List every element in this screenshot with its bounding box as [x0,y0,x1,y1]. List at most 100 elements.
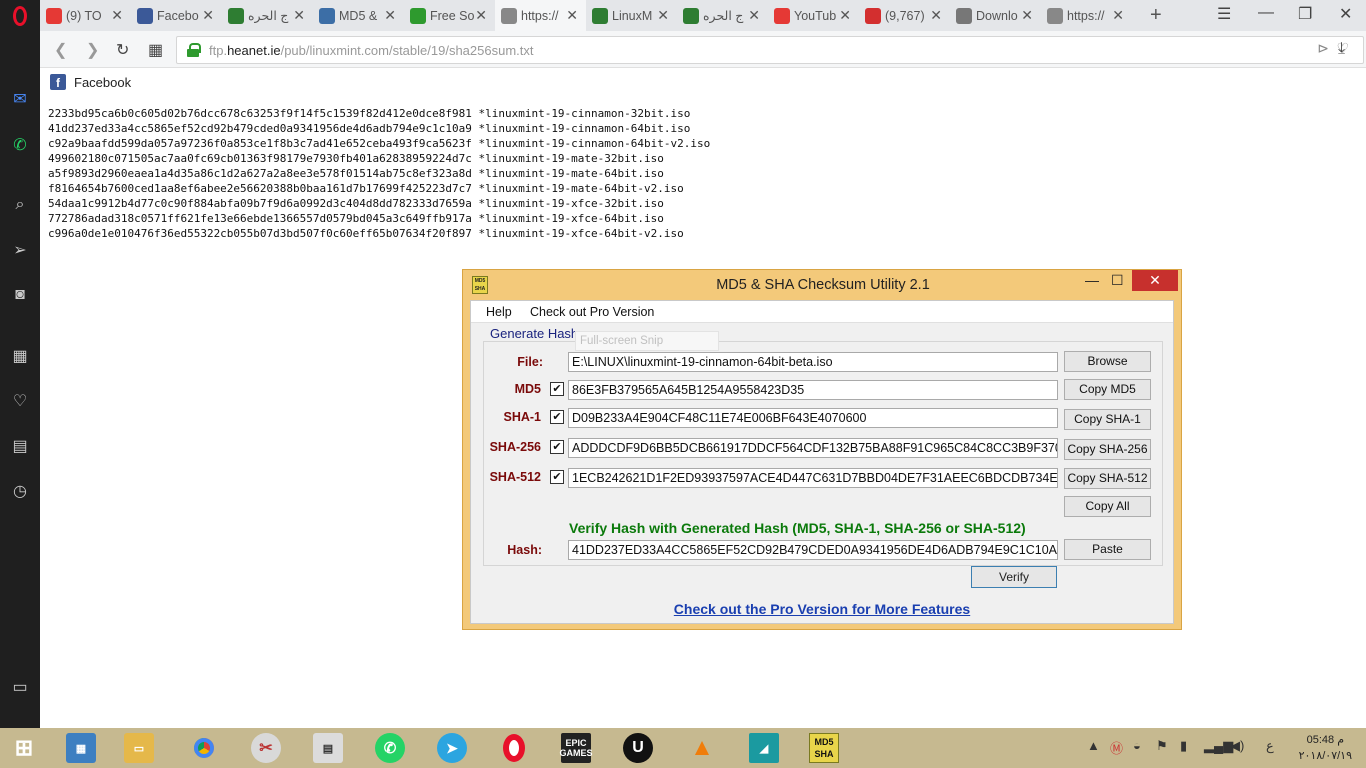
send-icon[interactable]: ⊳ [1317,40,1329,57]
tab-close-icon[interactable]: ✕ [1112,7,1124,24]
tab-close-icon[interactable]: ✕ [566,7,578,24]
menu-pro-version[interactable]: Check out Pro Version [530,305,654,319]
copy-sha1-button[interactable]: Copy SHA-1 [1064,409,1151,430]
tab-close-icon[interactable]: ✕ [748,7,760,24]
tab-10[interactable]: Downlo ✕ [950,0,1041,31]
send-icon[interactable]: ➢ [8,238,32,262]
opera-icon[interactable] [490,730,538,766]
address-input[interactable]: ftp. heanet.ie/pub/linuxmint.com/stable/1… [176,36,1364,64]
copy-sha512-button[interactable]: Copy SHA-512 [1064,468,1151,489]
speed-dial-icon[interactable]: ▦ [148,40,163,60]
tab-close-icon[interactable]: ✕ [657,7,669,24]
generate-hash-label: Generate Hash [487,326,582,341]
tab-menu-icon[interactable]: ☰ [1217,4,1231,24]
minimize-icon[interactable]: — [1258,4,1274,22]
bookmark-facebook[interactable]: f Facebook [50,74,131,90]
pro-version-link[interactable]: Check out the Pro Version for More Featu… [471,601,1173,617]
history-icon[interactable]: ◷ [8,479,32,503]
back-icon[interactable]: ❮ [54,40,67,60]
vlc-icon[interactable]: ▲ [678,730,726,766]
maximize-icon[interactable]: ☐ [1111,272,1124,289]
sha1-label: SHA-1 [503,410,541,424]
sha1-field[interactable]: D09B233A4E904CF48C11E74E006BF643E4070600 [568,408,1058,428]
tab-close-icon[interactable]: ✕ [475,7,487,24]
tab-11[interactable]: https:// ✕ [1041,0,1132,31]
snipping-icon[interactable]: ✂ [242,730,290,766]
news-icon[interactable]: ▤ [8,434,32,458]
mcafee-icon[interactable]: Ⓜ [1110,738,1123,757]
tab-close-icon[interactable]: ✕ [1021,7,1033,24]
sha256-checkbox[interactable]: ✔ [550,440,564,454]
copy-sha256-button[interactable]: Copy SHA-256 [1064,439,1151,460]
tab-close-icon[interactable]: ✕ [111,7,123,24]
md5sha-icon[interactable]: MD5 SHA [800,730,848,766]
camera-icon[interactable]: ◙ [8,283,32,307]
hash-field[interactable]: 41DD237ED33A4CC5865EF52CD92B479CDED0A934… [568,540,1058,560]
heart-icon[interactable]: ♡ [8,389,32,413]
sha256-field[interactable]: ADDDCDF9D6BB5DCB661917DDCF564CDF132B75BA… [568,438,1058,458]
tab-7[interactable]: ج الحره ✕ [677,0,768,31]
url-prefix: ftp. [209,42,228,58]
tab-close-icon[interactable]: ✕ [293,7,305,24]
start-icon[interactable]: ⊞ [0,730,48,766]
tab-8[interactable]: YouTub ✕ [768,0,859,31]
speed-dial-icon[interactable]: ▦ [8,344,32,368]
tab-9[interactable]: (9,767) ✕ [859,0,950,31]
tab-4[interactable]: Free So ✕ [404,0,495,31]
opera-menu-icon[interactable] [0,0,40,31]
close-icon[interactable]: ✕ [1132,270,1178,291]
epic-games-icon[interactable]: EPIC GAMES [552,730,600,766]
tab-close-icon[interactable]: ✕ [384,7,396,24]
network-icon[interactable]: ▂▄▆ [1204,738,1233,754]
address-bar-row: ❮ ❯ ↻ ▦ ftp. heanet.ie/pub/linuxmint.com/… [40,31,1366,68]
checksum-line: c92a9baafdd599da057a97236f0a853ce1f8b3c7… [48,137,711,150]
chrome-icon[interactable] [180,730,228,766]
paste-button[interactable]: Paste [1064,539,1151,560]
language-indicator[interactable]: ع [1266,738,1274,754]
whatsapp-icon[interactable]: ✆ [8,133,32,157]
tab-1[interactable]: Facebo ✕ [131,0,222,31]
telegram-icon[interactable]: ➤ [428,730,476,766]
new-tab-icon[interactable]: + [1150,4,1162,27]
cloud-icon[interactable]: ◒ [1133,738,1141,753]
verify-button[interactable]: Verify [971,566,1057,588]
copy-all-button[interactable]: Copy All [1064,496,1151,517]
tab-close-icon[interactable]: ✕ [202,7,214,24]
calculator-icon[interactable]: ▤ [304,730,352,766]
sha512-checkbox[interactable]: ✔ [550,470,564,484]
messenger-icon[interactable]: ✉ [8,87,32,111]
tab-close-icon[interactable]: ✕ [930,7,942,24]
3dsmax-icon[interactable]: ◢ [740,730,788,766]
sha512-field[interactable]: 1ECB242621D1F2ED93937597ACE4D447C631D7BB… [568,468,1058,488]
sha1-checkbox[interactable]: ✔ [550,410,564,424]
tab-6[interactable]: LinuxM ✕ [586,0,677,31]
tab-5[interactable]: https:// ✕ [495,0,586,31]
minimize-icon[interactable]: — [1085,272,1099,288]
md5-field[interactable]: 86E3FB379565A645B1254A9558423D35 [568,380,1058,400]
close-icon[interactable]: ✕ [1339,4,1352,24]
sidebar-toggle-icon[interactable]: ▭ [8,675,32,699]
battery-icon[interactable]: ▮ [1180,738,1187,754]
security-icon[interactable]: ⚑ [1156,738,1168,754]
clock[interactable]: 05:48 م ٢٠١٨/٠٧/١٩ [1299,732,1352,764]
reload-icon[interactable]: ↻ [116,40,129,60]
downloads-icon[interactable]: ⤓ [1338,40,1345,58]
volume-icon[interactable]: ◀) [1230,738,1244,754]
tab-close-icon[interactable]: ✕ [839,7,851,24]
copy-md5-button[interactable]: Copy MD5 [1064,379,1151,400]
tab-0[interactable]: (9) TO ✕ [40,0,131,31]
md5-checkbox[interactable]: ✔ [550,382,564,396]
forward-icon[interactable]: ❯ [86,40,99,60]
maximize-icon[interactable]: ❐ [1298,4,1312,24]
file-path-field[interactable]: E:\LINUX\linuxmint-19-cinnamon-64bit-bet… [568,352,1058,372]
files-icon[interactable]: ▭ [115,730,163,766]
tab-3[interactable]: MD5 & ✕ [313,0,404,31]
tray-overflow-icon[interactable]: ▲ [1087,738,1100,753]
browse-button[interactable]: Browse [1064,351,1151,372]
search-icon[interactable]: ⌕ [8,193,32,217]
explorer-icon[interactable]: ▦ [57,730,105,766]
tab-2[interactable]: ج الحره ✕ [222,0,313,31]
menu-help[interactable]: Help [486,305,512,319]
whatsapp-icon[interactable]: ✆ [366,730,414,766]
unreal-icon[interactable]: U [614,730,662,766]
